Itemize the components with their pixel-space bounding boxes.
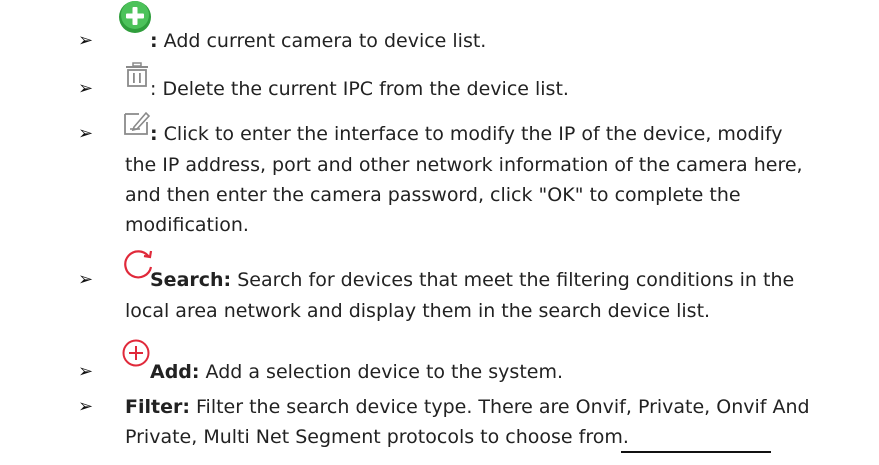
bullet-arrow: ➢	[78, 361, 94, 382]
item-text: Add a selection device to the system.	[199, 361, 564, 383]
item-label: :	[150, 30, 158, 52]
bullet-arrow: ➢	[78, 30, 94, 51]
item-text-line-2: Private, Multi Net Segment protocols to …	[125, 426, 629, 448]
item-text-line-1: Search for devices that meet the filteri…	[231, 269, 795, 291]
item-text-line-3: and then enter the camera password, clic…	[125, 184, 741, 206]
item-text-line-1: Click to enter the interface to modify t…	[157, 123, 783, 145]
item-text: : Delete the current IPC from the device…	[150, 78, 569, 100]
bullet-arrow: ➢	[78, 396, 94, 417]
item-text-line-4: modification.	[125, 214, 249, 236]
item-text-line-1: Filter the search device type. There are…	[189, 396, 810, 418]
bullet-arrow: ➢	[78, 123, 94, 144]
bullet-arrow: ➢	[78, 269, 94, 290]
bullet-arrow: ➢	[78, 78, 94, 99]
item-label: Search:	[150, 269, 232, 291]
item-label: :	[150, 123, 158, 145]
edit-icon	[122, 109, 152, 146]
trash-icon	[124, 62, 150, 97]
item-text: Add current camera to device list.	[157, 30, 487, 52]
item-text-line-2: the IP address, port and other network i…	[125, 154, 803, 176]
underline-divider	[621, 451, 771, 453]
item-label: Filter:	[125, 396, 190, 418]
add-circle-red-icon	[121, 338, 151, 377]
add-circle-green-icon	[118, 0, 152, 43]
item-text-line-2: local area network and display them in t…	[125, 300, 711, 322]
item-label: Add:	[150, 361, 200, 383]
